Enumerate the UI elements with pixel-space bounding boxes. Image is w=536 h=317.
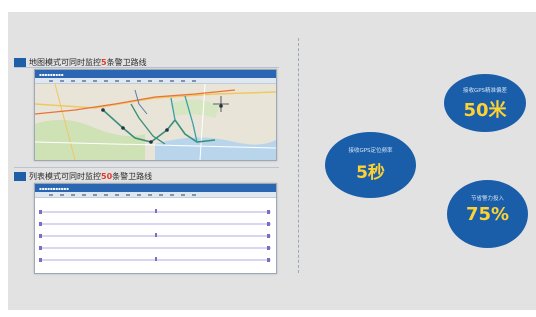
map-window-titlebar: ▪▪▪▪▪▪▪▪▪ <box>35 70 276 78</box>
list-caption-count: 50 <box>101 172 113 181</box>
list-caption-prefix: 列表模式可同时监控 <box>29 172 101 181</box>
list-mode-caption: 列表模式可同时监控 50 条警卫路线 <box>14 171 152 182</box>
accuracy-label: 接收GPS精准偏差 <box>462 88 508 94</box>
list-view <box>35 198 276 273</box>
vehicle-marker <box>101 108 105 112</box>
list-window-titlebar: ▪▪▪▪▪▪▪▪▪▪▪ <box>35 184 276 192</box>
vertical-divider <box>298 38 299 273</box>
accuracy-value: 50米 <box>463 100 507 121</box>
police-saving-bubble: 节省警力投入 75% <box>447 180 528 248</box>
map-caption-divider <box>14 67 279 68</box>
accuracy-bubble: 接收GPS精准偏差 50米 <box>444 74 526 132</box>
window-title-blur: ▪▪▪▪▪▪▪▪▪ <box>39 71 64 77</box>
list-screenshot: ▪▪▪▪▪▪▪▪▪▪▪ <box>34 183 277 274</box>
section-divider <box>14 167 279 168</box>
police-saving-value: 75% <box>465 204 510 225</box>
report-interval-label: 接收GPS定位频率 <box>348 148 393 154</box>
police-saving-label: 节省警力投入 <box>470 196 504 202</box>
report-interval-value: 5秒 <box>356 163 385 183</box>
map-view <box>35 84 276 160</box>
list-caption-suffix: 条警卫路线 <box>112 172 153 181</box>
window-title-blur: ▪▪▪▪▪▪▪▪▪▪▪ <box>39 185 69 191</box>
report-interval-bubble: 接收GPS定位频率 5秒 <box>325 132 416 198</box>
caption-marker <box>14 58 26 67</box>
caption-marker <box>14 172 26 181</box>
map-screenshot: ▪▪▪▪▪▪▪▪▪ <box>34 69 277 161</box>
